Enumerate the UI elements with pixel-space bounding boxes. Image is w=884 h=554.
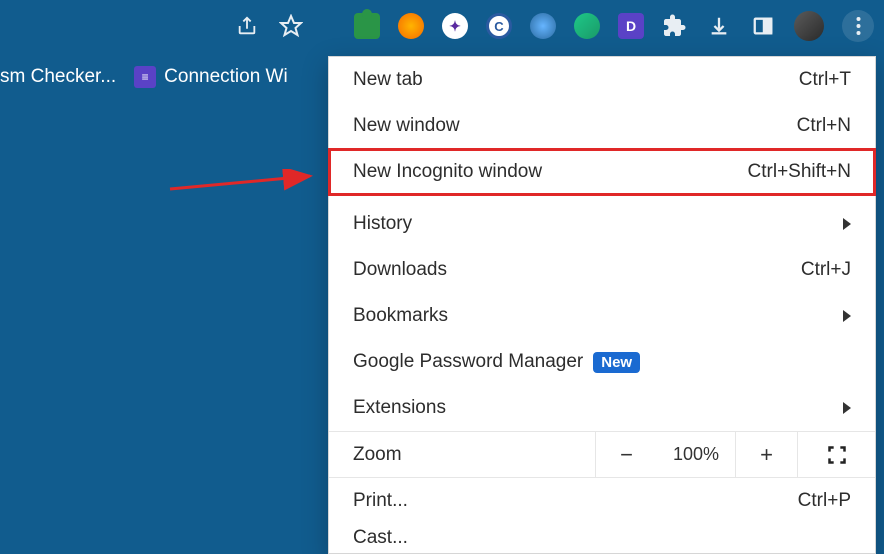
menu-label: Zoom (329, 444, 595, 466)
menu-bookmarks[interactable]: Bookmarks (329, 293, 875, 339)
bookmark-item[interactable]: sm Checker... (0, 66, 116, 88)
zoom-in-button[interactable]: + (735, 432, 797, 477)
menu-new-tab[interactable]: New tab Ctrl+T (329, 57, 875, 103)
menu-history[interactable]: History (329, 201, 875, 247)
menu-cast[interactable]: Cast... (329, 523, 875, 553)
bookmark-item[interactable]: ≡ Connection Wi (134, 66, 288, 88)
menu-label: Bookmarks (353, 305, 448, 327)
extensions-icon[interactable] (662, 13, 688, 39)
chevron-right-icon (843, 310, 851, 322)
share-icon[interactable] (234, 13, 260, 39)
bookmark-label: sm Checker... (0, 66, 116, 88)
bookmark-label: Connection Wi (164, 66, 288, 88)
extension-icon-7[interactable]: D (618, 13, 644, 39)
fullscreen-button[interactable] (797, 432, 875, 477)
chevron-right-icon (843, 402, 851, 414)
menu-shortcut: Ctrl+N (797, 115, 851, 137)
download-icon[interactable] (706, 13, 732, 39)
extension-icon-5[interactable] (530, 13, 556, 39)
menu-label: New window (353, 115, 460, 137)
menu-label: Cast... (353, 527, 408, 549)
extension-icon-3[interactable]: ✦ (442, 13, 468, 39)
menu-label: Google Password Manager (353, 351, 583, 373)
menu-label: Downloads (353, 259, 447, 281)
menu-shortcut: Ctrl+J (801, 259, 851, 281)
zoom-value: 100% (657, 432, 735, 477)
menu-shortcut: Ctrl+T (799, 69, 851, 91)
menu-extensions[interactable]: Extensions (329, 385, 875, 431)
bookmark-favicon: ≡ (134, 66, 156, 88)
new-badge: New (593, 352, 640, 373)
extension-icon-2[interactable] (398, 13, 424, 39)
more-button[interactable] (842, 10, 874, 42)
menu-zoom-row: Zoom − 100% + (329, 431, 875, 477)
star-icon[interactable] (278, 13, 304, 39)
menu-new-window[interactable]: New window Ctrl+N (329, 103, 875, 149)
menu-downloads[interactable]: Downloads Ctrl+J (329, 247, 875, 293)
extension-icon-6[interactable] (574, 13, 600, 39)
arrow-annotation (165, 169, 325, 199)
menu-new-incognito[interactable]: New Incognito window Ctrl+Shift+N (329, 149, 875, 195)
extension-icon-1[interactable] (354, 13, 380, 39)
browser-menu: New tab Ctrl+T New window Ctrl+N New Inc… (328, 56, 876, 554)
menu-label: Print... (353, 490, 408, 512)
menu-label: New Incognito window (353, 161, 542, 183)
avatar[interactable] (794, 11, 824, 41)
browser-toolbar: ✦ C D (0, 0, 884, 52)
menu-shortcut: Ctrl+P (798, 490, 851, 512)
side-panel-icon[interactable] (750, 13, 776, 39)
extension-icon-4[interactable]: C (486, 13, 512, 39)
menu-password-manager[interactable]: Google Password Manager New (329, 339, 875, 385)
chevron-right-icon (843, 218, 851, 230)
menu-label: History (353, 213, 412, 235)
menu-label: Extensions (353, 397, 446, 419)
menu-shortcut: Ctrl+Shift+N (748, 161, 851, 183)
menu-label: New tab (353, 69, 423, 91)
menu-print[interactable]: Print... Ctrl+P (329, 477, 875, 523)
zoom-out-button[interactable]: − (595, 432, 657, 477)
